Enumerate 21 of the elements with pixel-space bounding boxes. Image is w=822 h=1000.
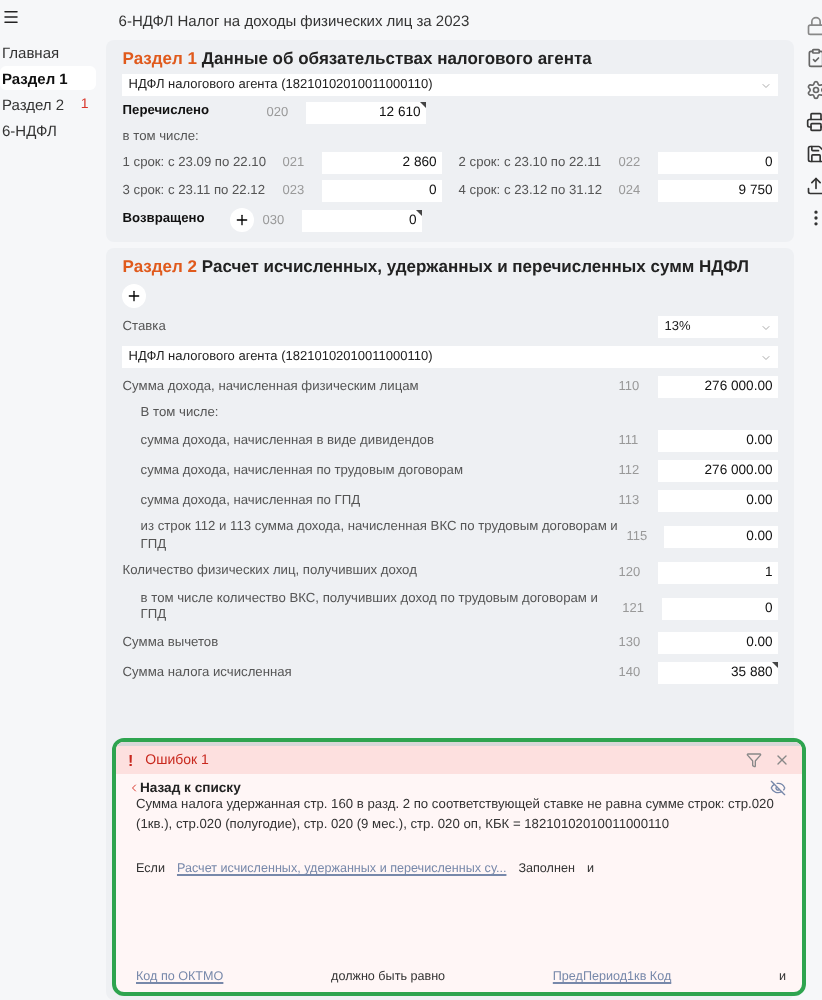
warning-icon: ! xyxy=(128,751,134,769)
filter-icon[interactable] xyxy=(746,752,762,768)
gear-icon[interactable] xyxy=(806,80,822,100)
close-icon[interactable] xyxy=(774,752,790,768)
chevron-icon xyxy=(760,351,773,364)
section-title: Раздел 1 Данные об обязательствах налогового агента xyxy=(122,48,594,68)
eye-off-icon[interactable] xyxy=(770,780,786,796)
menu-icon[interactable] xyxy=(2,8,20,26)
checklist-icon[interactable] xyxy=(806,48,822,68)
plus-icon xyxy=(234,212,251,229)
chevron-icon xyxy=(760,321,773,334)
add-button[interactable] xyxy=(122,284,147,309)
add-button[interactable] xyxy=(230,208,255,233)
section-title: Раздел 2 Расчет исчисленных, удержанных и перечисленных сумм НДФЛ xyxy=(122,256,752,277)
lock-icon[interactable] xyxy=(806,16,822,36)
printer-icon[interactable] xyxy=(806,112,822,132)
back-icon xyxy=(128,782,140,794)
plus-icon xyxy=(126,288,143,305)
upload-icon[interactable] xyxy=(806,176,822,196)
save-icon[interactable] xyxy=(806,144,822,164)
chevron-icon xyxy=(760,79,773,91)
